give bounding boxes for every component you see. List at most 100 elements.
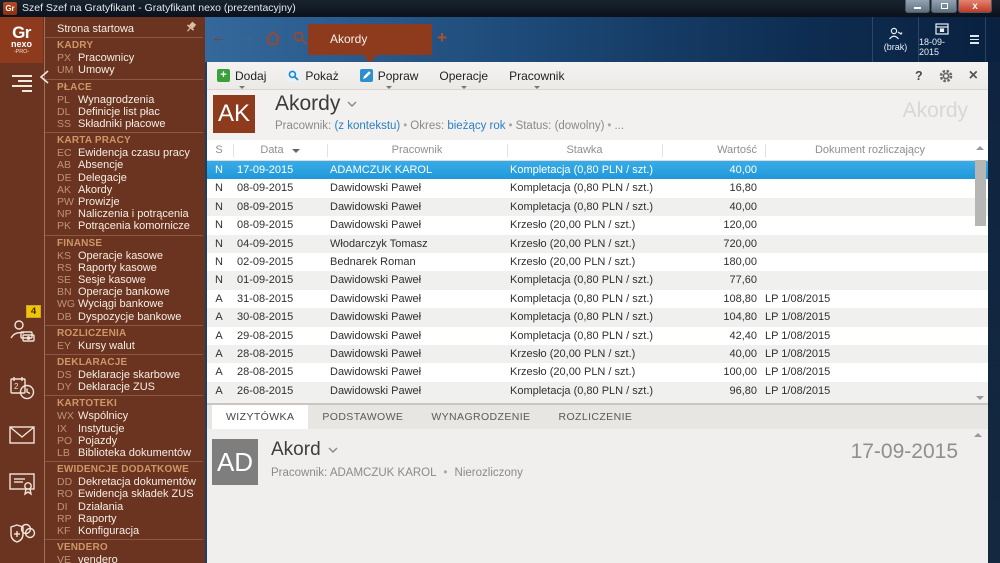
operacje-button[interactable]: Operacje — [437, 62, 490, 90]
sidebar-item-potracenia-komornicze[interactable]: PK Potrącenia komornicze — [57, 220, 203, 232]
filter-separator: • — [607, 120, 612, 132]
table-row[interactable]: A 30-08-2015 Dawidowski Paweł Kompletacja (… — [205, 308, 988, 327]
detail-tab-wynagrodzenie[interactable]: WYNAGRODZENIE — [417, 405, 544, 429]
filter-value-okres-[interactable]: bieżący rok — [447, 120, 505, 132]
detail-scroll-up-icon[interactable] — [974, 433, 982, 437]
table-row[interactable]: A 28-08-2015 Dawidowski Paweł Krzesło (20,0… — [205, 344, 988, 364]
sidebar-item-deklaracje-zus[interactable]: DY Deklaracje ZUS — [57, 381, 203, 393]
sidebar-item-konfiguracja[interactable]: KF Konfiguracja — [57, 525, 203, 537]
calendar-clock-icon[interactable]: 2 — [8, 374, 36, 402]
sidebar-item-raporty[interactable]: RP Raporty — [57, 513, 203, 525]
popraw-button[interactable]: Popraw — [358, 62, 421, 90]
sidebar-item-dyspozycje-bankowe[interactable]: DB Dyspozycje bankowe — [57, 311, 203, 323]
minimize-button[interactable] — [905, 0, 930, 13]
sidebar-item-instytucje[interactable]: IX Instytucje — [57, 423, 203, 435]
sidebar-item-raporty-kasowe[interactable]: RS Raporty kasowe — [57, 262, 203, 274]
sidebar-item-label: Absencje — [78, 159, 124, 172]
filter-value-status-[interactable]: (dowolny) — [555, 120, 605, 132]
view-title[interactable]: Akordy — [275, 92, 357, 116]
new-tab-button[interactable]: + — [437, 28, 447, 48]
sidebar-item-ewidencja-czasu-pracy[interactable]: EC Ewidencja czasu pracy — [57, 147, 203, 159]
sidebar-item-absencje[interactable]: AB Absencje — [57, 159, 203, 171]
certificate-icon[interactable] — [8, 469, 36, 497]
close-window-button[interactable]: x — [958, 0, 992, 13]
table-row[interactable]: N 04-09-2015 Włodarczyk Tomasz Krzesło (20,… — [205, 234, 988, 253]
cell-wart: 108,80 — [723, 292, 757, 305]
sidebar-item-akordy[interactable]: AK Akordy — [57, 184, 203, 196]
scroll-down-icon[interactable] — [976, 396, 984, 400]
close-view-button[interactable]: × — [969, 62, 978, 90]
sidebar-item-ewidencja-skladek-zus[interactable]: RO Ewidencja składek ZUS — [57, 488, 203, 500]
sidebar-item-vendero[interactable]: VE vendero — [57, 554, 203, 563]
table-row[interactable]: A 31-08-2015 Dawidowski Paweł Kompletacja (… — [205, 289, 988, 309]
sidebar-item-dzialania[interactable]: DI Działania — [57, 501, 203, 513]
table-row[interactable]: N 17-09-2015 ADAMCZUK KAROL Kompletacja (0,… — [205, 161, 988, 180]
work-date-button[interactable]: 18-09-2015 — [918, 17, 964, 62]
column-header-stawka[interactable]: Stawka — [507, 140, 662, 160]
help-button[interactable]: ? — [915, 62, 923, 90]
detail-title[interactable]: Akord — [271, 439, 338, 461]
sidebar-item-wynagrodzenia[interactable]: PL Wynagrodzenia — [57, 94, 203, 106]
sidebar-item-pracownicy[interactable]: PX Pracownicy — [57, 52, 203, 64]
vertical-scrollbar[interactable] — [974, 144, 987, 402]
column-header-s[interactable]: S — [205, 140, 233, 160]
home-icon[interactable] — [264, 29, 282, 47]
sidebar-item-code: VE — [57, 554, 72, 563]
cell-dok: LP 1/08/2015 — [765, 347, 831, 360]
table-row[interactable]: A 29-08-2015 Dawidowski Paweł Kompletacja (… — [205, 326, 988, 345]
sidebar-item-dekretacja-dokumentow[interactable]: DD Dekretacja dokumentów — [57, 476, 203, 488]
scroll-up-icon[interactable] — [976, 146, 984, 150]
hamburger-menu-icon[interactable] — [8, 68, 36, 96]
table-row[interactable]: N 08-09-2015 Dawidowski Paweł Kompletacja (… — [205, 197, 988, 217]
sidebar-section: ROZLICZENIA EY Kursy walut — [45, 326, 203, 356]
detail-tab-podstawowe[interactable]: PODSTAWOWE — [308, 405, 417, 429]
table-row[interactable]: N 01-09-2015 Dawidowski Paweł Kompletacja (… — [205, 271, 988, 290]
column-header-wartosc[interactable]: Wartość — [662, 140, 757, 160]
pracownik-button[interactable]: Pracownik — [507, 62, 566, 90]
search-icon[interactable] — [291, 29, 309, 47]
sidebar-item-delegacje[interactable]: DE Delegacje — [57, 172, 203, 184]
filter-value-pracownik-[interactable]: (z kontekstu) — [334, 120, 400, 132]
sidebar-item-prowizje[interactable]: PW Prowizje — [57, 196, 203, 208]
sidebar-item-skladniki-placowe[interactable]: SS Składniki płacowe — [57, 118, 203, 130]
forward-icon[interactable]: → — [237, 29, 255, 47]
detail-tab-rozliczenie[interactable]: ROZLICZENIE — [544, 405, 646, 429]
sidebar-item-umowy[interactable]: UM Umowy — [57, 64, 203, 76]
table-row[interactable]: N 02-09-2015 Bednarek Roman Krzesło (20,00 … — [205, 252, 988, 272]
maximize-button[interactable] — [931, 0, 957, 13]
scrollbar-thumb[interactable] — [975, 160, 986, 226]
sidebar-item-kursy-walut[interactable]: EY Kursy walut — [57, 340, 203, 352]
sidebar-item-deklaracje-skarbowe[interactable]: DS Deklaracje skarbowe — [57, 369, 203, 381]
table-row[interactable]: A 28-08-2015 Dawidowski Paweł Krzesło (20,0… — [205, 363, 988, 382]
mail-icon[interactable] — [8, 421, 36, 449]
sidebar-item-wspolnicy[interactable]: WX Wspólnicy — [57, 410, 203, 422]
sidebar-item-code: DB — [57, 310, 72, 323]
detail-tab-wizytowka[interactable]: WIZYTÓWKA — [212, 405, 309, 429]
sidebar-item-pojazdy[interactable]: PO Pojazdy — [57, 435, 203, 447]
settings-gear-button[interactable] — [939, 62, 953, 90]
sidebar-item-operacje-bankowe[interactable]: BN Operacje bankowe — [57, 286, 203, 298]
column-header-pracownik[interactable]: Pracownik — [327, 140, 507, 160]
table-row[interactable]: A 26-08-2015 Dawidowski Paweł Kompletacja (… — [205, 381, 988, 401]
tab-akordy[interactable]: Akordy — [308, 24, 432, 55]
dodaj-button[interactable]: + Dodaj — [215, 62, 268, 90]
sidebar-item-operacje-kasowe[interactable]: KS Operacje kasowe — [57, 250, 203, 262]
pokaz-button[interactable]: Pokaż — [285, 62, 340, 90]
back-icon[interactable]: ← — [210, 29, 228, 47]
table-row[interactable]: N 08-09-2015 Dawidowski Paweł Kompletacja (… — [205, 179, 988, 198]
sidebar-item-definicje-list-plac[interactable]: DL Definicje list płac — [57, 106, 203, 118]
employees-cash-icon[interactable] — [8, 317, 36, 345]
shield-coins-icon[interactable] — [8, 519, 36, 547]
sidebar-item-wyciagi-bankowe[interactable]: WG Wyciągi bankowe — [57, 298, 203, 310]
column-header-dokument[interactable]: Dokument rozliczający — [765, 140, 975, 160]
sidebar-item-sesje-kasowe[interactable]: SE Sesje kasowe — [57, 274, 203, 286]
table-row[interactable]: N 08-09-2015 Dawidowski Paweł Krzesło (20,0… — [205, 216, 988, 235]
sidebar-item-naliczenia-i-potracenia[interactable]: NP Naliczenia i potrącenia — [57, 208, 203, 220]
filter-value-more[interactable]: ... — [614, 120, 624, 132]
user-context-button[interactable]: (brak) — [872, 17, 918, 62]
cell-prac: Dawidowski Paweł — [330, 329, 422, 342]
strip-menu-icon[interactable] — [964, 17, 986, 62]
sidebar-item-strona-startowa[interactable]: Strona startowa — [57, 23, 203, 35]
column-header-data[interactable]: Data — [233, 140, 327, 160]
sidebar-item-biblioteka-dokumentow[interactable]: LB Biblioteka dokumentów — [57, 447, 203, 459]
